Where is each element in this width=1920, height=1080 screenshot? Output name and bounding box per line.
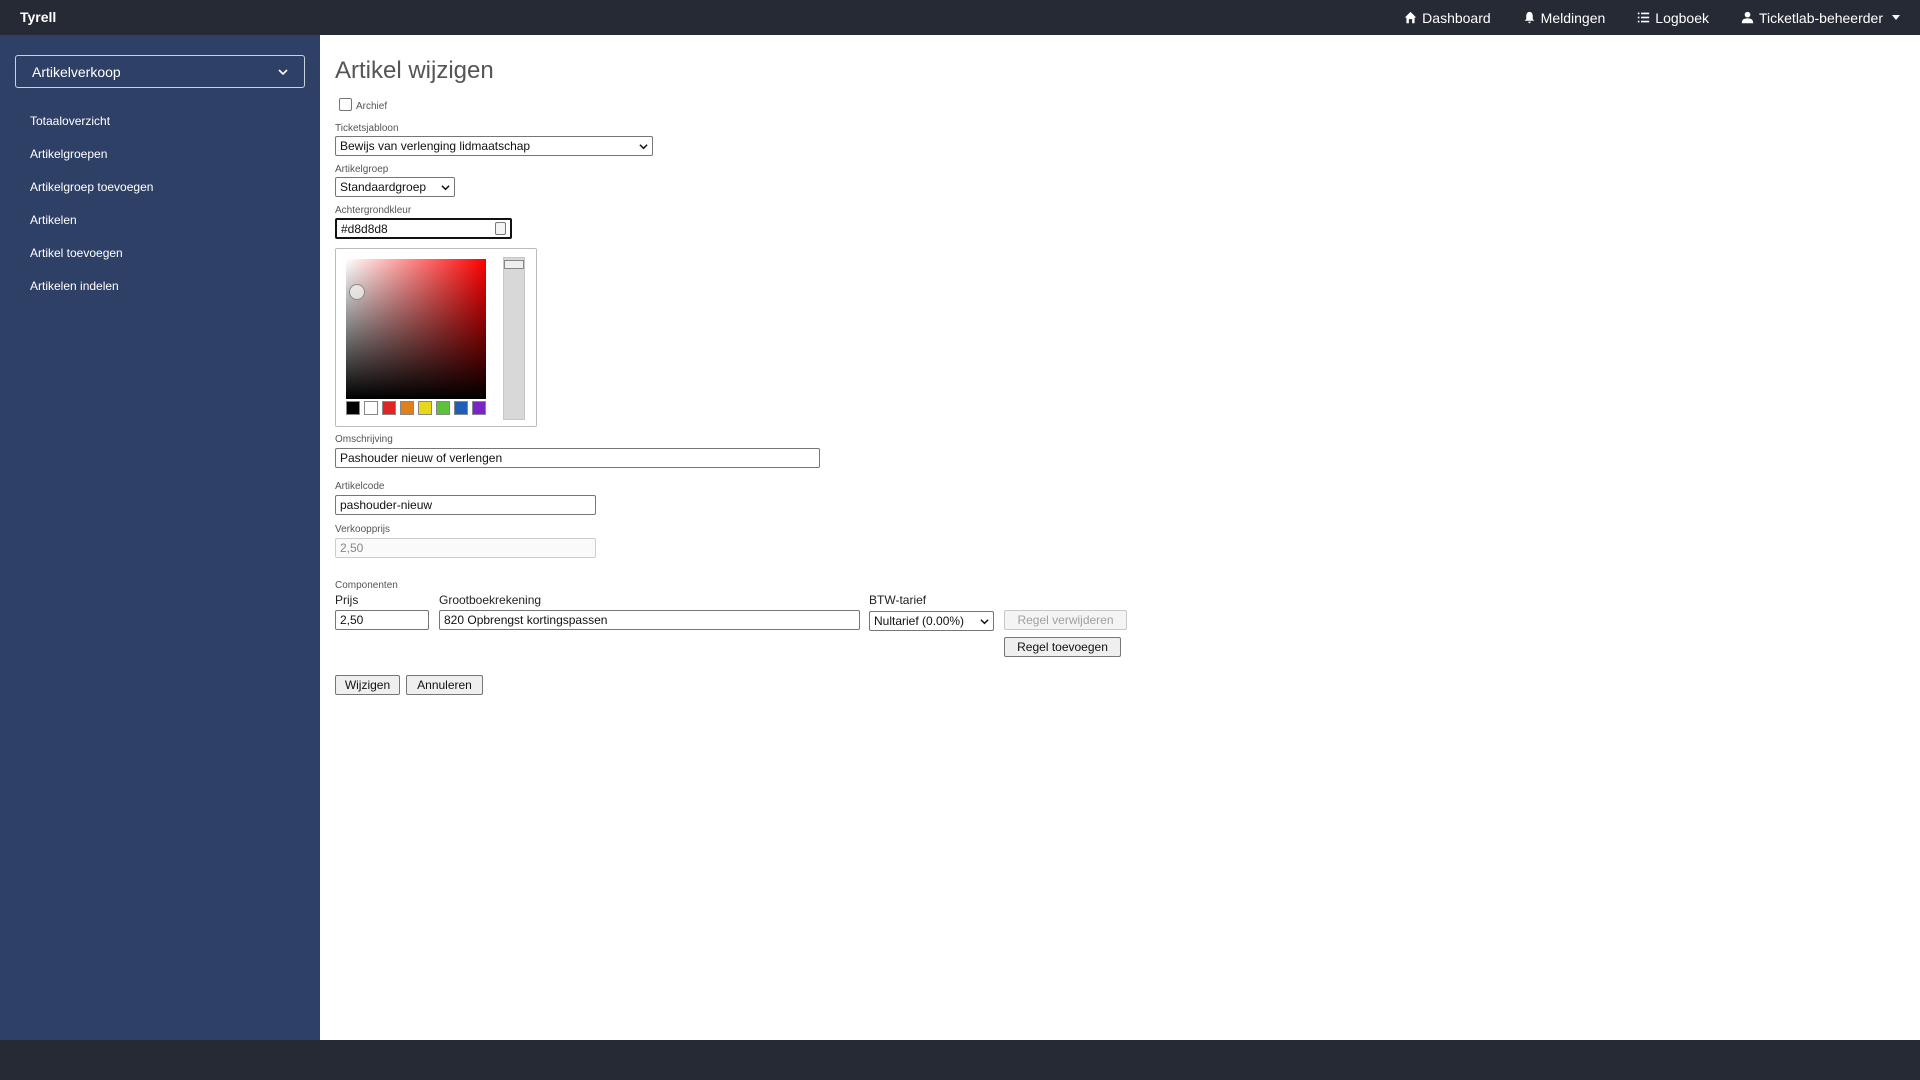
user-icon — [1741, 11, 1754, 24]
sidebar-item-artikel-toevoegen[interactable]: Artikel toevoegen — [30, 237, 153, 270]
nav-logboek-label: Logboek — [1655, 9, 1709, 26]
nav-dashboard-label: Dashboard — [1422, 9, 1491, 26]
color-swatch[interactable] — [418, 401, 432, 415]
chevron-down-icon — [278, 68, 288, 75]
sidebar-item-artikelgroepen[interactable]: Artikelgroepen — [30, 138, 153, 171]
sidebar-item-artikelen-indelen[interactable]: Artikelen indelen — [30, 270, 153, 303]
home-icon — [1404, 11, 1417, 24]
submit-button[interactable]: Wijzigen — [335, 675, 400, 695]
color-swatch[interactable] — [364, 401, 378, 415]
nav-meldingen-label: Meldingen — [1540, 9, 1606, 26]
color-handle[interactable] — [349, 284, 365, 300]
article-code-label: Artikelcode — [335, 481, 385, 492]
background-color-value: #d8d8d8 — [341, 221, 388, 236]
sidebar: Artikelverkoop Totaaloverzicht Artikelgr… — [0, 35, 320, 1040]
cancel-button[interactable]: Annuleren — [406, 675, 483, 695]
color-swatch[interactable] — [472, 401, 486, 415]
lightness-slider[interactable] — [503, 257, 525, 420]
ticket-template-label: Ticketsjabloon — [335, 123, 399, 134]
article-group-label: Artikelgroep — [335, 164, 389, 175]
main-content: Artikel wijzigen Archief Ticketsjabloon … — [320, 35, 1920, 1040]
chevron-down-icon — [441, 184, 450, 190]
article-code-input[interactable]: pashouder-nieuw — [335, 495, 596, 515]
chevron-down-icon — [639, 143, 648, 149]
nav-dashboard[interactable]: Dashboard — [1404, 10, 1491, 26]
component-vat-select[interactable]: Nultarief (0.00%) — [869, 611, 994, 631]
component-ledger-input[interactable]: 820 Opbrengst kortingspassen — [439, 610, 860, 630]
page-title: Artikel wijzigen — [335, 57, 494, 84]
module-select[interactable]: Artikelverkoop — [15, 55, 305, 88]
color-swatch[interactable] — [436, 401, 450, 415]
footer-bar — [0, 1040, 1920, 1080]
brand-logo[interactable]: Tyrell — [20, 9, 56, 25]
color-swatch[interactable] — [346, 401, 360, 415]
description-input[interactable]: Pashouder nieuw of verlengen — [335, 448, 820, 468]
saturation-value-area[interactable] — [346, 259, 486, 399]
bell-icon — [1524, 11, 1535, 24]
background-color-input[interactable]: #d8d8d8 — [335, 218, 512, 239]
top-navbar: Tyrell Dashboard Meldingen Logboek Ticke… — [0, 0, 1920, 35]
sale-price-input: 2,50 — [335, 538, 596, 558]
nav-user-label: Ticketlab-beheerder — [1759, 9, 1883, 26]
spinner-icon — [495, 222, 506, 235]
description-value: Pashouder nieuw of verlengen — [340, 451, 503, 465]
components-header-ledger: Grootboekrekening — [439, 593, 542, 607]
background-color-label: Achtergrondkleur — [335, 205, 412, 216]
caret-down-icon — [1892, 15, 1900, 20]
nav-user-menu[interactable]: Ticketlab-beheerder — [1741, 10, 1900, 26]
color-swatches — [346, 401, 486, 415]
color-swatch[interactable] — [382, 401, 396, 415]
component-vat-value: Nultarief (0.00%) — [874, 614, 965, 628]
sale-price-value: 2,50 — [340, 541, 364, 555]
module-select-value: Artikelverkoop — [32, 63, 121, 80]
sale-price-label: Verkoopprijs — [335, 524, 391, 535]
article-code-value: pashouder-nieuw — [340, 498, 433, 512]
list-icon — [1638, 12, 1650, 23]
component-price-value: 2,50 — [340, 613, 364, 627]
archive-checkbox[interactable] — [339, 98, 352, 111]
nav-logboek[interactable]: Logboek — [1637, 10, 1709, 26]
color-swatch[interactable] — [454, 401, 468, 415]
chevron-down-icon — [980, 618, 989, 624]
components-header-vat: BTW-tarief — [869, 593, 927, 607]
remove-row-button: Regel verwijderen — [1004, 610, 1127, 630]
sidebar-item-artikelen[interactable]: Artikelen — [30, 204, 153, 237]
lightness-slider-handle[interactable] — [504, 260, 524, 269]
top-nav: Dashboard Meldingen Logboek Ticketlab-be… — [1404, 0, 1900, 35]
ticket-template-select[interactable]: Bewijs van verlenging lidmaatschap — [335, 136, 653, 156]
archive-label: Archief — [356, 101, 388, 112]
nav-meldingen[interactable]: Meldingen — [1523, 9, 1606, 26]
add-row-button[interactable]: Regel toevoegen — [1004, 637, 1121, 657]
sidebar-item-artikelgroep-toevoegen[interactable]: Artikelgroep toevoegen — [30, 171, 153, 204]
article-group-value: Standaardgroep — [340, 180, 427, 194]
components-label: Componenten — [335, 580, 398, 591]
ticket-template-value: Bewijs van verlenging lidmaatschap — [340, 139, 531, 153]
article-group-select[interactable]: Standaardgroep — [335, 177, 455, 197]
sidebar-item-totaaloverzicht[interactable]: Totaaloverzicht — [30, 105, 153, 138]
color-swatch[interactable] — [400, 401, 414, 415]
component-price-input[interactable]: 2,50 — [335, 610, 429, 630]
color-picker — [335, 248, 537, 427]
component-ledger-value: 820 Opbrengst kortingspassen — [444, 613, 608, 627]
components-header-price: Prijs — [335, 593, 359, 607]
description-label: Omschrijving — [335, 434, 393, 445]
sidebar-menu: Totaaloverzicht Artikelgroepen Artikelgr… — [30, 105, 153, 303]
